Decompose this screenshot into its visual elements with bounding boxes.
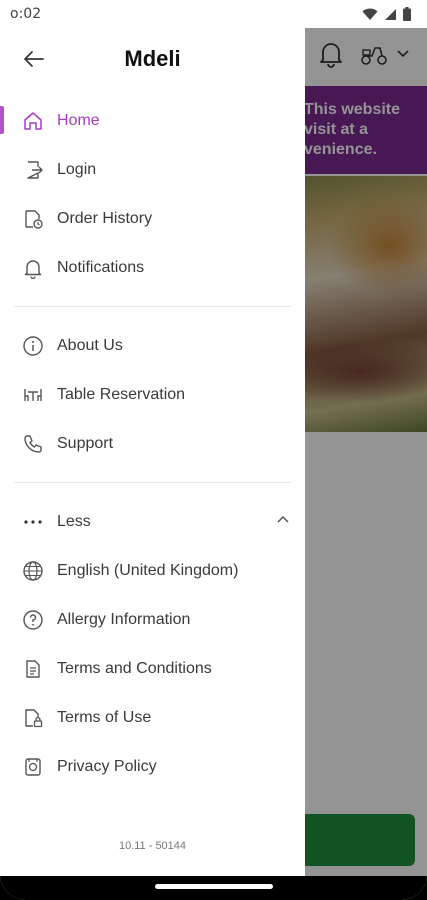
divider bbox=[14, 306, 291, 307]
menu-item-order-history[interactable]: Order History bbox=[0, 194, 305, 243]
status-icons bbox=[362, 7, 411, 21]
menu-item-label: Support bbox=[57, 434, 114, 452]
app-title: Mdeli bbox=[124, 46, 181, 71]
navigation-drawer: Mdeli Home Login Order History Notificat… bbox=[0, 28, 305, 876]
privacy-icon bbox=[22, 756, 44, 778]
divider bbox=[14, 482, 291, 483]
home-icon bbox=[22, 110, 44, 132]
document-icon bbox=[22, 658, 44, 680]
menu-item-label: Order History bbox=[57, 209, 153, 227]
system-nav-bar bbox=[0, 876, 427, 900]
battery-icon bbox=[403, 7, 411, 21]
menu-item-notifications[interactable]: Notifications bbox=[0, 243, 305, 292]
signal-icon bbox=[385, 8, 396, 20]
menu-item-login[interactable]: Login bbox=[0, 145, 305, 194]
globe-icon bbox=[22, 560, 44, 582]
menu-item-terms-and-conditions[interactable]: Terms and Conditions bbox=[0, 644, 305, 693]
menu-item-table-reservation[interactable]: Table Reservation bbox=[0, 370, 305, 419]
menu-item-terms-of-use[interactable]: Terms of Use bbox=[0, 693, 305, 742]
menu-item-less-toggle[interactable]: Less bbox=[0, 497, 305, 546]
menu-item-label: English (United Kingdom) bbox=[57, 561, 239, 579]
order-history-icon bbox=[22, 208, 44, 230]
menu-item-label: Table Reservation bbox=[57, 385, 186, 403]
menu-item-home[interactable]: Home bbox=[0, 96, 305, 145]
menu-item-label: Terms of Use bbox=[57, 708, 152, 726]
wifi-icon bbox=[362, 8, 378, 20]
menu-item-language[interactable]: English (United Kingdom) bbox=[0, 546, 305, 595]
menu-item-privacy-policy[interactable]: Privacy Policy bbox=[0, 742, 305, 791]
more-dots-icon bbox=[22, 511, 44, 533]
app-version: 10.11 - 50144 bbox=[118, 840, 187, 852]
less-label: Less bbox=[57, 512, 91, 530]
phone-icon bbox=[22, 433, 44, 455]
document-lock-icon bbox=[22, 707, 44, 729]
menu-item-label: Notifications bbox=[57, 258, 145, 276]
menu-section-more: Less English (United Kingdom) Allergy In… bbox=[0, 497, 305, 791]
table-icon bbox=[22, 384, 44, 406]
menu-item-about-us[interactable]: About Us bbox=[0, 321, 305, 370]
status-bar: o:02 bbox=[0, 0, 427, 28]
home-gesture-pill[interactable] bbox=[155, 884, 273, 889]
menu-item-support[interactable]: Support bbox=[0, 419, 305, 468]
chevron-up-icon bbox=[277, 515, 289, 523]
info-icon bbox=[22, 335, 44, 357]
menu-item-label: Login bbox=[57, 160, 97, 178]
question-icon bbox=[22, 609, 44, 631]
status-time: o:02 bbox=[10, 6, 42, 22]
drawer-header: Mdeli bbox=[0, 28, 305, 88]
menu-section-main: Home Login Order History Notifications bbox=[0, 96, 305, 292]
menu-item-label: About Us bbox=[57, 336, 123, 354]
menu-item-label: Allergy Information bbox=[57, 610, 191, 628]
bell-icon bbox=[22, 257, 44, 279]
login-icon bbox=[22, 159, 44, 181]
menu-item-label: Privacy Policy bbox=[57, 757, 157, 775]
menu-item-label: Terms and Conditions bbox=[57, 659, 212, 677]
menu-item-allergy-information[interactable]: Allergy Information bbox=[0, 595, 305, 644]
menu-section-info: About Us Table Reservation Support bbox=[0, 321, 305, 468]
menu-item-label: Home bbox=[57, 111, 100, 129]
phone-screen: o:02 This website visit at a venience. M… bbox=[0, 0, 427, 900]
